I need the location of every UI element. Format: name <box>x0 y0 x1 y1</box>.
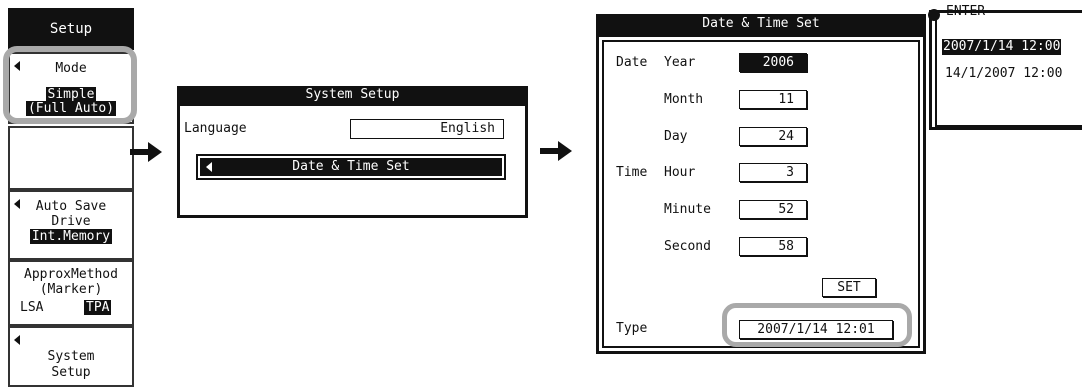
date-time-set-label: Date & Time Set <box>292 159 410 174</box>
type-highlight-ring <box>722 303 912 347</box>
right-arrow-icon <box>540 141 574 161</box>
system-setup-label-line2: Setup <box>51 365 91 380</box>
enter-popup: ENTER 2007/1/14 12:00 14/1/2007 12:00 <box>928 4 1082 130</box>
date-time-title: Date & Time Set <box>596 14 926 34</box>
date-label: Date <box>616 55 648 70</box>
left-triangle-icon <box>14 335 20 345</box>
approx-option-lsa: LSA <box>20 300 44 315</box>
set-button[interactable]: SET <box>822 278 876 297</box>
minute-field[interactable]: 52 <box>739 200 807 219</box>
language-label: Language <box>184 121 247 136</box>
system-setup-title: System Setup <box>177 86 528 103</box>
system-setup-label-line1: System <box>47 349 95 364</box>
auto-save-label: Auto Save <box>35 199 107 214</box>
day-label: Day <box>664 129 688 144</box>
system-setup-softkey[interactable]: System Setup <box>8 326 134 387</box>
month-field[interactable]: 11 <box>739 90 807 109</box>
approx-method-softkey[interactable]: ApproxMethod (Marker) LSA TPA <box>8 260 134 326</box>
enter-popup-title: ENTER <box>946 4 986 19</box>
language-field[interactable]: English <box>350 119 504 139</box>
second-field[interactable]: 58 <box>739 237 807 256</box>
format-option-dmy[interactable]: 14/1/2007 12:00 <box>945 66 1062 82</box>
type-label: Type <box>616 321 648 336</box>
menu-title: Setup <box>8 8 134 50</box>
right-arrow-icon <box>130 142 164 162</box>
mode-highlight-ring <box>3 46 137 124</box>
time-label: Time <box>616 165 648 180</box>
year-label: Year <box>664 55 696 70</box>
second-label: Second <box>664 239 711 254</box>
minute-label: Minute <box>664 202 711 217</box>
auto-save-drive-label: Drive <box>51 214 91 229</box>
month-label: Month <box>664 92 704 107</box>
hour-field[interactable]: 3 <box>739 163 807 182</box>
system-setup-window: Language English Date & Time Set <box>177 103 528 218</box>
approx-marker-label: (Marker) <box>39 282 103 297</box>
approx-method-label: ApproxMethod <box>24 267 118 282</box>
auto-save-softkey[interactable]: Auto Save Drive Int.Memory <box>8 190 134 260</box>
format-option-ymd[interactable]: 2007/1/14 12:00 <box>942 39 1062 55</box>
auto-save-drive-value: Int.Memory <box>29 229 113 244</box>
empty-softkey <box>8 126 134 190</box>
year-field[interactable]: 2006 <box>739 53 807 72</box>
date-time-set-item[interactable]: Date & Time Set <box>196 154 506 180</box>
date-time-panel: Date Year 2006 Month 11 Day 24 Time Hour… <box>602 40 920 348</box>
day-field[interactable]: 24 <box>739 127 807 146</box>
hour-label: Hour <box>664 165 696 180</box>
approx-option-tpa: TPA <box>84 300 112 315</box>
